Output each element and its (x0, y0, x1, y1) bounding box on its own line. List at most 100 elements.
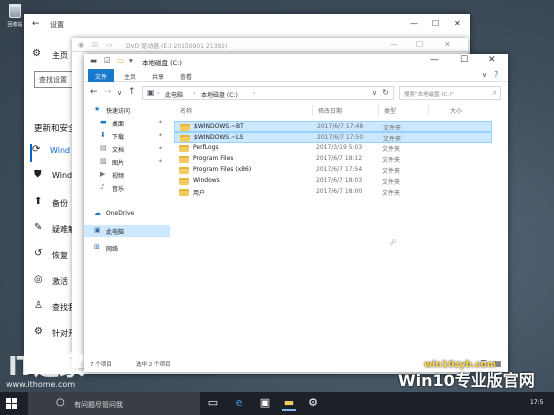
nav-item-network[interactable]: ⊞ 网络 (84, 242, 170, 254)
cortana-icon: ○ (56, 397, 65, 408)
chevron-down-icon[interactable]: ∨ (372, 89, 377, 97)
dvd-title-bar: ◉ ☑ ▭ DVD 驱动器 (E:) 20150901 21392) — ☐ ✕ (72, 38, 468, 52)
column-divider[interactable] (428, 105, 429, 115)
dvd-window-title: DVD 驱动器 (E:) 20150901 21392) (126, 43, 228, 50)
close-icon[interactable]: ✕ (444, 40, 451, 49)
forward-arrow-icon[interactable]: → (104, 87, 112, 97)
drive-icon: ▬ (90, 56, 98, 65)
status-selected-count: 选中 2 个项目 (136, 362, 171, 368)
folder-icon (179, 145, 189, 152)
file-row[interactable]: Windows 2017/6/7 18:03 文件夹 (174, 176, 492, 187)
nav-item-pictures[interactable]: ▨ 图片 ✦ (84, 156, 170, 168)
nav-item-documents[interactable]: ▤ 文档 ✦ (84, 143, 170, 155)
close-icon[interactable]: ✕ (488, 55, 496, 65)
new-folder-icon[interactable]: ▭ (117, 56, 124, 65)
folder-icon[interactable]: ▭ (106, 41, 113, 49)
computer-icon: ▣ (147, 88, 155, 97)
download-icon: ⬇ (100, 131, 106, 139)
properties-icon[interactable]: ☑ (104, 56, 111, 65)
column-header-type[interactable]: 类型 (384, 106, 396, 115)
nav-item-downloads[interactable]: ⬇ 下载 ✦ (84, 130, 170, 142)
column-header-size[interactable]: 大小 (450, 106, 462, 115)
music-icon: ♪ (100, 183, 105, 191)
tab-view[interactable]: 查看 (174, 69, 198, 82)
navigation-bar: ← → ∨ ↑ ▣ › 此电脑 › 本地磁盘 (C:) › ∨ ↻ 搜索"本地磁… (84, 84, 508, 102)
explorer-title: 本地磁盘 (C:) (142, 59, 182, 67)
maximize-icon[interactable]: ☐ (460, 55, 468, 65)
maximize-icon[interactable]: ☐ (416, 40, 423, 49)
task-view-icon[interactable]: ▭ (206, 396, 220, 409)
nav-item-this-pc[interactable]: ▣ 此电脑 (84, 225, 170, 237)
status-item-count: 7 个项目 (90, 362, 112, 368)
breadcrumb-separator: › (253, 90, 256, 97)
desktop: 回收站 ← 设置 — ☐ ✕ ⚙ 主页 查找设置 更新和安全 ⟳ Wind ⛊ … (0, 0, 554, 415)
start-button[interactable] (0, 392, 24, 415)
column-header-name[interactable]: 名称 (180, 106, 192, 115)
taskbar-search-box[interactable]: ○ 有问题尽管问我 (28, 392, 200, 415)
help-icon[interactable]: ? (494, 70, 498, 79)
nav-item-desktop[interactable]: ▬ 桌面 ✦ (84, 117, 170, 129)
tab-share[interactable]: 共享 (146, 69, 170, 82)
computer-icon: ▣ (94, 226, 101, 234)
column-divider[interactable] (312, 105, 313, 115)
recycle-bin-icon (9, 4, 21, 18)
settings-title-bar: ← 设置 — ☐ ✕ (24, 14, 470, 36)
navigation-pane: ★ 快速访问 ▬ 桌面 ✦ ⬇ 下载 ✦ ▤ 文档 ✦ ▨ 图片 ✦ ▶ 视频 … (84, 104, 170, 354)
folder-icon (179, 178, 189, 185)
minimize-icon[interactable]: — (430, 55, 439, 65)
taskbar-clock[interactable]: 17:5 (530, 399, 543, 406)
breadcrumb-local-disk[interactable]: 本地磁盘 (C:) (201, 90, 238, 99)
address-bar[interactable]: ▣ › 此电脑 › 本地磁盘 (C:) › ∨ ↻ (142, 86, 394, 100)
file-row[interactable]: 用户 2017/6/7 18:00 文件夹 (174, 187, 492, 198)
file-row[interactable]: PerfLogs 2017/3/19 5:03 文件夹 (174, 143, 492, 154)
column-header-date[interactable]: 修改日期 (318, 106, 342, 115)
tab-file[interactable]: 文件 (88, 69, 114, 82)
file-row[interactable]: Program Files 2017/6/7 18:12 文件夹 (174, 154, 492, 165)
explorer-search-input[interactable]: 搜索"本地磁盘 (C:)" ⌕ (399, 86, 501, 100)
nav-item-onedrive[interactable]: ☁ OneDrive (84, 208, 170, 220)
column-divider[interactable] (378, 105, 379, 115)
check-circle-icon: ◎ (34, 274, 43, 285)
star-icon: ★ (94, 105, 101, 113)
nav-item-quick-access[interactable]: ★ 快速访问 (84, 104, 170, 116)
settings-home-label[interactable]: 主页 (52, 50, 68, 61)
refresh-icon[interactable]: ↻ (382, 88, 389, 97)
desktop-icon-recycle-bin[interactable]: 回收站 (4, 4, 26, 28)
maximize-icon[interactable]: ☐ (432, 19, 439, 28)
folder-icon (179, 156, 189, 163)
breadcrumb-this-pc[interactable]: 此电脑 (165, 90, 183, 99)
gear-icon[interactable]: ⚙ (32, 48, 41, 59)
dvd-drive-icon: ◉ (78, 41, 85, 49)
picture-icon: ▨ (100, 157, 107, 165)
person-icon: ♙ (34, 300, 43, 311)
customize-toolbar-icon[interactable]: ▾ (129, 56, 133, 65)
settings-icon[interactable]: ⚙ (306, 396, 320, 409)
sync-icon: ⟳ (32, 144, 41, 155)
file-row[interactable]: Program Files (x86) 2017/6/7 17:54 文件夹 (174, 165, 492, 176)
close-icon[interactable]: ✕ (454, 19, 461, 28)
back-arrow-icon[interactable]: ← (32, 19, 40, 29)
pin-icon: ✦ (158, 132, 164, 139)
desktop-icon-label: 回收站 (7, 22, 23, 28)
explorer-icon[interactable]: ▬ (282, 396, 296, 411)
folder-icon (179, 189, 189, 196)
nav-item-videos[interactable]: ▶ 视频 (84, 169, 170, 181)
back-arrow-icon[interactable]: ← (90, 87, 98, 97)
breadcrumb-separator: › (193, 90, 196, 97)
minimize-icon[interactable]: — (410, 19, 418, 28)
watermark-logo: IT之家 (8, 352, 84, 382)
edge-icon[interactable]: e (232, 396, 246, 409)
file-row[interactable]: $WINDOWS.~LS 2017/6/7 17:50 文件夹 (174, 132, 492, 143)
recent-locations-icon[interactable]: ∨ (117, 89, 122, 97)
minimize-icon[interactable]: — (390, 40, 398, 49)
up-arrow-icon[interactable]: ↑ (128, 87, 136, 97)
file-row[interactable]: $WINDOWS.~BT 2017/6/7 17:48 文件夹 (174, 121, 492, 132)
watermark-url: www.ithome.com (6, 380, 76, 389)
store-icon[interactable]: ▣ (258, 396, 272, 409)
search-icon: ⌕ (492, 88, 497, 97)
properties-icon[interactable]: ☑ (92, 41, 98, 49)
tab-home[interactable]: 主页 (118, 69, 142, 82)
expand-ribbon-icon[interactable]: ∨ (482, 71, 487, 79)
shield-icon: ⛊ (34, 169, 42, 180)
nav-item-music[interactable]: ♪ 音乐 (84, 182, 170, 194)
